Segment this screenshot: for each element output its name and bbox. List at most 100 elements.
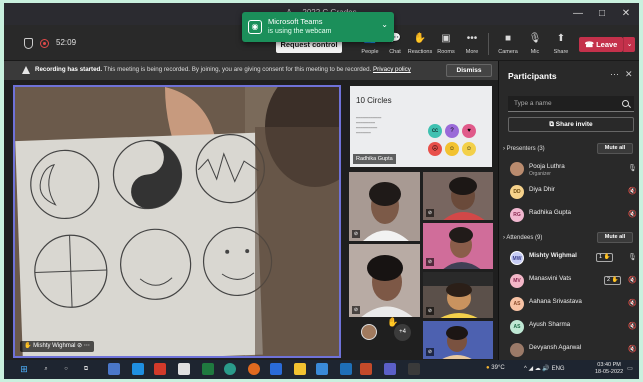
app-icon[interactable] — [108, 363, 120, 375]
warning-icon — [22, 66, 30, 74]
panel-title: Participants — [508, 71, 557, 81]
shared-slide-title: 10 Circles — [356, 96, 392, 105]
mic-muted-icon: ⊘ — [426, 307, 434, 315]
webcam-toast-notification[interactable]: ◉ Microsoft Teams is using the webcam ⌄ — [242, 12, 394, 42]
avatar: RG — [510, 208, 524, 222]
mail-icon[interactable] — [270, 363, 282, 375]
word-icon[interactable] — [340, 363, 352, 375]
participants-panel: Participants ⋯ ✕ Type a name ⧉ Share inv… — [498, 61, 639, 360]
powerpoint-icon[interactable] — [360, 363, 372, 375]
meeting-timer: 52:09 — [56, 38, 77, 47]
participant-video-tile[interactable]: ⊘ — [422, 271, 494, 319]
camera-button[interactable]: ■ Camera — [495, 32, 521, 55]
folder-icon[interactable] — [294, 363, 306, 375]
excel-icon[interactable] — [202, 363, 214, 375]
notification-icon[interactable]: ▭ — [624, 363, 636, 375]
presenters-section-header[interactable]: › Presenters (3) — [503, 146, 545, 152]
participant-search-input[interactable]: Type a name — [508, 96, 634, 112]
more-button[interactable]: ••• More — [459, 32, 485, 55]
dismiss-button[interactable]: Dismiss — [446, 64, 492, 77]
mic-icon: 🎙 — [628, 165, 637, 172]
task-view-icon[interactable]: ⧉ — [80, 363, 92, 375]
avatar — [510, 343, 524, 357]
search-icon — [622, 100, 629, 107]
leave-button[interactable]: ☎ Leave — [579, 37, 623, 52]
cortana-icon[interactable]: ○ — [60, 363, 72, 375]
main-video-tile[interactable]: ✋ Mishty Wighmal ⊘ ⋯ — [13, 85, 341, 358]
teams-window: A ... 2022 C Grades — □ ✕ 52:09 Request … — [4, 3, 639, 379]
mic-muted-icon: 🔇 — [628, 188, 637, 195]
search-icon[interactable]: ⌕ — [40, 363, 52, 375]
minimize-button[interactable]: — — [567, 5, 589, 23]
app-icon[interactable] — [154, 363, 166, 375]
reactions-icon: ✋ — [413, 33, 427, 44]
shield-icon — [24, 38, 33, 49]
app-icon[interactable] — [408, 363, 420, 375]
taskbar-clock[interactable]: 03:40 PM 18-05-2022 — [595, 362, 623, 376]
participant-video-tile[interactable]: ⊘ — [422, 171, 494, 221]
rooms-button[interactable]: ▣ Rooms — [433, 32, 459, 55]
weather-icon[interactable]: ● 39°C — [486, 365, 505, 371]
app-icon[interactable] — [178, 363, 190, 375]
recording-icon — [40, 39, 49, 48]
participant-row[interactable]: Pooja Luthra Organizer 🎙 — [499, 159, 639, 179]
participant-video-tile[interactable]: ⊘ — [422, 320, 494, 360]
mic-muted-icon: 🔇 — [628, 211, 637, 218]
participant-row[interactable]: Devyansh Agarwal 🔇 — [499, 340, 639, 360]
teams-icon[interactable] — [384, 363, 396, 375]
avatar: MW — [510, 251, 524, 265]
close-window-button[interactable]: ✕ — [615, 5, 637, 23]
chrome-icon[interactable] — [248, 363, 260, 375]
more-participants-button[interactable]: +4 — [394, 324, 411, 341]
recording-banner: Recording has started. This meeting is b… — [4, 61, 498, 80]
share-button[interactable]: ⬆ Share — [548, 32, 574, 55]
participant-row[interactable]: AS Ayush Sharma 🔇 — [499, 317, 639, 337]
system-tray[interactable]: ^ ◢ ☁ 🔊 ENG — [524, 365, 565, 372]
emoji-sleepy-icon: ☺ — [462, 142, 476, 156]
avatar: AS — [510, 320, 524, 334]
app-icon[interactable] — [316, 363, 328, 375]
share-invite-button[interactable]: ⧉ Share invite — [508, 117, 634, 132]
app-icon[interactable] — [132, 363, 144, 375]
emoji-smile-icon: ☺ — [445, 142, 459, 156]
mic-muted-icon: ⊘ — [426, 209, 434, 217]
participant-row[interactable]: MW Mishty Wighmal 1 ✋ 🎙 — [499, 248, 639, 268]
mic-icon: 🎙 — [528, 33, 542, 44]
shared-content-tile[interactable]: 10 Circles ━━━━━━━━━━━━ ━━━━━━━━━ ━━━━━━━━… — [350, 86, 492, 167]
shared-presenter-name: Radhika Gupta — [353, 154, 396, 164]
raised-hand-badge: 1 ✋ — [596, 253, 614, 262]
more-options-icon[interactable]: ⋯ — [610, 69, 619, 80]
attendees-section-header[interactable]: › Attendees (9) — [503, 235, 542, 241]
leave-options-chevron-icon[interactable]: ⌄ — [623, 37, 635, 52]
participant-row[interactable]: RG Radhika Gupta 🔇 — [499, 205, 639, 225]
avatar: DD — [510, 185, 524, 199]
avatar — [510, 162, 524, 176]
emoji-question-icon: ? — [445, 124, 459, 138]
windows-start-icon[interactable]: ⊞ — [18, 363, 30, 375]
participant-video-tile[interactable]: ⊘ — [348, 243, 421, 318]
camera-icon: ■ — [504, 33, 512, 44]
participant-row[interactable]: AS Aahana Srivastava 🔇 — [499, 294, 639, 314]
toolbar-divider — [488, 33, 489, 55]
mic-muted-icon: 🔇 — [628, 346, 637, 353]
privacy-policy-link[interactable]: Privacy policy — [373, 66, 411, 73]
webcam-video — [15, 87, 339, 356]
reactions-button[interactable]: ✋ Reactions — [407, 32, 433, 55]
emoji-cc-icon: cc — [428, 124, 442, 138]
avatar — [361, 324, 377, 340]
mic-muted-icon: 🔇 — [628, 323, 637, 330]
close-icon[interactable]: ✕ — [625, 69, 633, 80]
mute-all-presenters-button[interactable]: Mute all — [597, 143, 633, 154]
chevron-down-icon[interactable]: ⌄ — [381, 20, 388, 29]
mic-button[interactable]: 🎙 Mic — [522, 32, 548, 55]
mic-muted-icon: 🔇 — [628, 300, 637, 307]
participant-video-tile[interactable]: ⊘ — [422, 222, 494, 270]
participant-video-tile[interactable]: ⊘ — [348, 171, 421, 242]
participant-row[interactable]: MV Manasvini Vats 2 ✋ 🔇 — [499, 271, 639, 291]
edge-icon[interactable] — [224, 363, 236, 375]
raised-hand-badge: 2 ✋ — [604, 276, 622, 285]
maximize-button[interactable]: □ — [591, 5, 613, 23]
banner-text: Recording has started. This meeting is b… — [35, 66, 411, 73]
participant-row[interactable]: DD Diya Dhir 🔇 — [499, 182, 639, 202]
mute-all-attendees-button[interactable]: Mute all — [597, 232, 633, 243]
